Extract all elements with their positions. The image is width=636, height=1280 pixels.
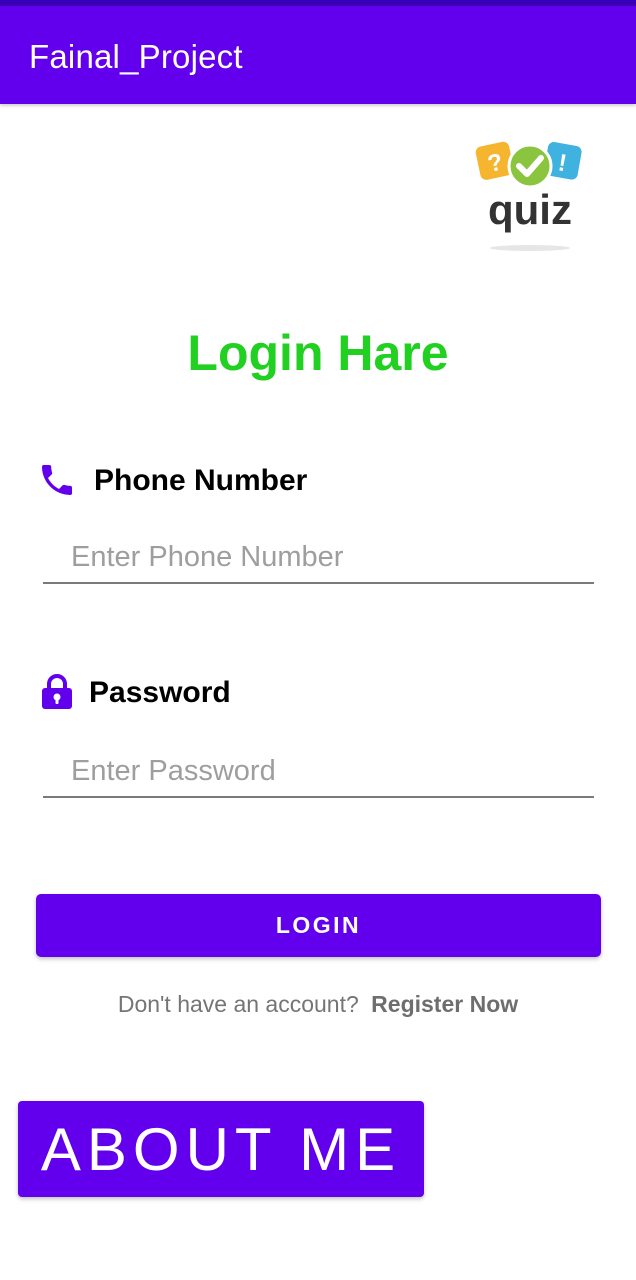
register-row: Don't have an account? Register Now xyxy=(0,988,636,1020)
about-me-button[interactable]: ABOUT ME xyxy=(18,1101,424,1197)
password-label: Password xyxy=(89,676,231,709)
app-bar: Fainal_Project xyxy=(0,6,636,104)
app-title: Fainal_Project xyxy=(29,38,243,75)
phone-input[interactable] xyxy=(43,532,594,584)
password-input[interactable] xyxy=(43,746,594,798)
lock-icon xyxy=(40,674,74,710)
quiz-logo: ? ! quiz xyxy=(470,132,590,256)
phone-icon xyxy=(37,460,77,500)
login-button[interactable]: LOGIN xyxy=(36,894,601,957)
register-now-link[interactable]: Register Now xyxy=(371,991,518,1017)
register-prompt: Don't have an account? xyxy=(117,991,359,1017)
login-heading: Login Hare xyxy=(187,325,449,381)
phone-label: Phone Number xyxy=(94,464,308,497)
quiz-logo-text: quiz xyxy=(488,186,572,233)
